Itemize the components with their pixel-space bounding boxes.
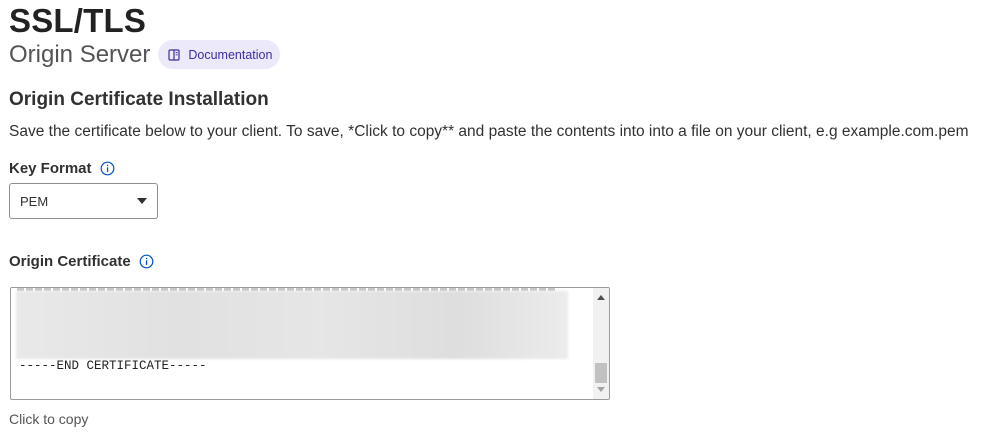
info-icon[interactable] [139, 254, 154, 269]
key-format-select[interactable]: PEM [9, 183, 158, 219]
key-format-label: Key Format [9, 160, 92, 177]
book-icon [168, 48, 180, 61]
click-to-copy-link[interactable]: Click to copy [9, 411, 88, 427]
certificate-end-line: -----END CERTIFICATE----- [19, 359, 207, 373]
section-description: Save the certificate below to your clien… [9, 123, 969, 140]
scrollbar-thumb[interactable] [595, 363, 607, 383]
scroll-up-arrow-icon[interactable] [597, 295, 605, 300]
scroll-down-arrow-icon[interactable] [597, 387, 605, 392]
origin-certificate-textarea[interactable]: -----END CERTIFICATE----- [10, 287, 610, 400]
origin-server-page: SSL/TLS Origin Server Documentation Orig… [0, 0, 1005, 436]
documentation-link[interactable]: Documentation [158, 40, 281, 69]
chevron-down-icon [137, 198, 147, 204]
key-format-label-row: Key Format [9, 160, 115, 177]
origin-certificate-label: Origin Certificate [9, 253, 131, 270]
info-icon[interactable] [100, 161, 115, 176]
key-format-selected-value: PEM [20, 193, 49, 209]
subtitle-row: Origin Server Documentation [9, 40, 281, 69]
section-title: Origin Certificate Installation [9, 89, 269, 110]
page-title: SSL/TLS [9, 2, 147, 39]
textarea-scrollbar[interactable] [593, 288, 609, 399]
documentation-label: Documentation [188, 47, 273, 62]
page-subtitle: Origin Server [9, 40, 151, 68]
origin-certificate-label-row: Origin Certificate [9, 253, 154, 270]
redacted-certificate-content [16, 291, 568, 359]
